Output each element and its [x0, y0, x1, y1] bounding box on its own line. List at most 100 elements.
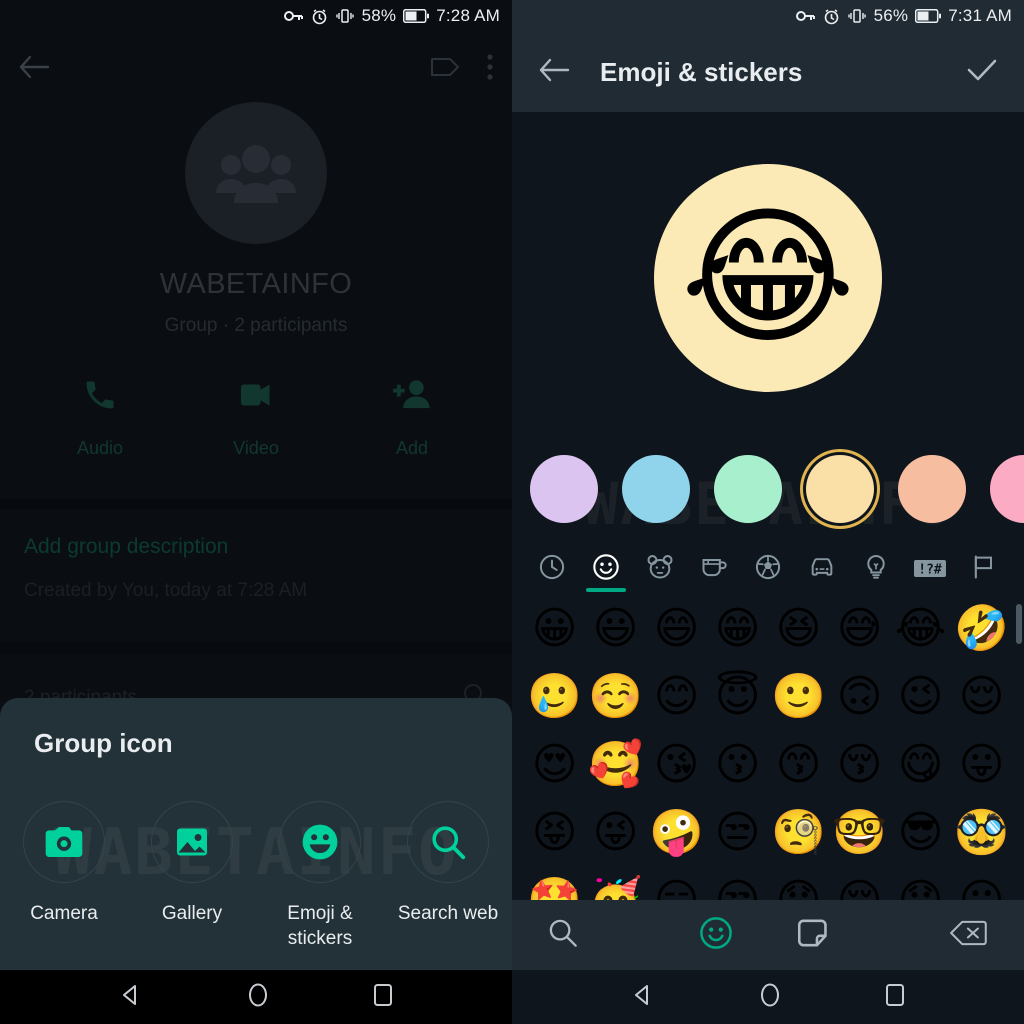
alarm-icon [311, 8, 328, 25]
battery-icon [915, 9, 942, 23]
created-text: Created by You, today at 7:28 AM [24, 580, 308, 601]
keyboard-bottom-bar [512, 900, 1024, 970]
emoji-cell[interactable]: 😍 [524, 734, 585, 796]
action-audio-label: Audio [76, 438, 124, 458]
emoji-cell[interactable]: 🙂 [768, 666, 829, 728]
sticker-icon[interactable] [795, 916, 829, 955]
clock-left: 7:28 AM [436, 6, 500, 25]
emoji-cell[interactable]: 😌 [951, 666, 1012, 728]
backspace-icon[interactable] [950, 919, 1024, 952]
back-arrow-icon[interactable] [18, 54, 50, 85]
emoji-cell[interactable]: 🙃 [829, 666, 890, 728]
nav-recents-icon[interactable] [885, 983, 905, 1012]
vibrate-icon [847, 8, 867, 24]
emoji-cell[interactable]: 🥸 [951, 802, 1012, 864]
tab-animals[interactable] [636, 553, 684, 592]
back-arrow-icon[interactable] [538, 57, 570, 88]
tab-smileys[interactable] [582, 553, 630, 592]
tab-activities[interactable] [744, 553, 792, 592]
emoji-preview: 😂 [512, 112, 1024, 444]
tab-symbols[interactable]: !?# [906, 557, 954, 592]
emoji-cell[interactable]: 😊 [646, 666, 707, 728]
add-group-description[interactable]: Add group description [24, 535, 488, 559]
emoji-cell[interactable]: ☺️ [585, 666, 646, 728]
group-avatar-wrapper [0, 102, 512, 244]
sheet-option-gallery-label: Gallery [161, 902, 223, 924]
emoji-cell[interactable]: 😀 [524, 598, 585, 660]
emoji-cell[interactable]: 🥲 [524, 666, 585, 728]
swatch-mint[interactable] [714, 455, 782, 523]
sheet-option-camera-label: Camera [30, 902, 98, 924]
nav-home-icon[interactable] [759, 982, 781, 1013]
swatch-lavender[interactable] [530, 455, 598, 523]
tab-travel[interactable] [798, 553, 846, 592]
emoji-cell[interactable]: 😛 [951, 734, 1012, 796]
emoji-cell[interactable]: 😒 [707, 802, 768, 864]
emoji-cell[interactable]: 😂 [890, 598, 951, 660]
emoji-cell[interactable]: 🤣 [951, 598, 1012, 660]
swatch-peach[interactable] [898, 455, 966, 523]
emoji-cell[interactable]: 😘 [646, 734, 707, 796]
swatch-blue[interactable] [622, 455, 690, 523]
swatch-pink[interactable] [990, 455, 1024, 523]
emoji-cell[interactable]: 😁 [707, 598, 768, 660]
android-nav-bar-left [0, 970, 512, 1024]
page-title: Emoji & stickers [600, 56, 803, 87]
emoji-cell[interactable]: 😎 [890, 802, 951, 864]
nav-back-icon[interactable] [631, 983, 655, 1012]
nav-back-icon[interactable] [119, 983, 143, 1012]
tab-objects[interactable] [852, 553, 900, 592]
sheet-option-emoji-stickers[interactable]: Emoji & stickers [266, 800, 374, 952]
video-camera-icon [241, 384, 270, 406]
vibrate-icon [335, 8, 355, 24]
status-bar-right: 56% 7:31 AM [512, 0, 1024, 32]
android-nav-bar-right [512, 970, 1024, 1024]
alarm-icon [823, 8, 840, 25]
phone-icon [86, 381, 114, 409]
search-icon[interactable] [512, 918, 578, 953]
emoji-icon[interactable] [699, 916, 733, 955]
action-audio[interactable]: Audio [57, 377, 143, 459]
emoji-cell[interactable]: 🥰 [585, 734, 646, 796]
emoji-cell[interactable]: 🤪 [646, 802, 707, 864]
check-icon[interactable] [966, 57, 998, 88]
emoji-grid-scrollbar[interactable] [1016, 604, 1022, 644]
tab-food[interactable] [690, 553, 738, 592]
emoji-cell[interactable]: 😋 [890, 734, 951, 796]
action-add[interactable]: Add [369, 377, 455, 459]
emoji-cell[interactable]: 🧐 [768, 802, 829, 864]
emoji-cell[interactable]: 😗 [707, 734, 768, 796]
avatar[interactable] [185, 102, 327, 244]
emoji-cell[interactable]: 😜 [585, 802, 646, 864]
tab-recent[interactable] [528, 553, 576, 592]
emoji-cell[interactable]: 😙 [768, 734, 829, 796]
emoji-cell[interactable]: 😉 [890, 666, 951, 728]
action-video[interactable]: Video [213, 377, 299, 459]
group-icon-bottom-sheet: Group icon WABETAINFO Camera Gallery Emo… [0, 697, 512, 970]
emoji-cell[interactable]: 😃 [585, 598, 646, 660]
emoji-cell[interactable]: 🤓 [829, 802, 890, 864]
svg-text:!?#: !?# [918, 563, 942, 578]
sheet-option-search-web[interactable]: Search web [394, 800, 502, 952]
color-swatches [512, 444, 1024, 534]
key-icon [795, 8, 816, 24]
dual-screenshot: 58% 7:28 AM WABETAINFO Group · 2 partici… [0, 0, 1024, 1024]
gallery-icon [151, 800, 233, 883]
emoji-cell[interactable]: 😝 [524, 802, 585, 864]
nav-home-icon[interactable] [247, 982, 269, 1013]
emoji-cell[interactable]: 😇 [707, 666, 768, 728]
group-description-card[interactable]: Add group description Created by You, to… [0, 509, 512, 620]
emoji-cell[interactable]: 😅 [829, 598, 890, 660]
tab-flags[interactable] [960, 553, 1008, 592]
sheet-option-camera[interactable]: Camera [10, 800, 118, 952]
swatch-yellow-selected[interactable] [806, 455, 874, 523]
emoji-cell[interactable]: 😆 [768, 598, 829, 660]
nav-recents-icon[interactable] [373, 983, 393, 1012]
emoji-cell[interactable]: 😄 [646, 598, 707, 660]
emoji-cell[interactable]: 😚 [829, 734, 890, 796]
tag-icon[interactable] [430, 56, 460, 83]
divider-2 [0, 642, 512, 654]
sheet-option-gallery[interactable]: Gallery [138, 800, 246, 952]
more-vert-icon[interactable] [486, 53, 494, 86]
divider [0, 499, 512, 509]
